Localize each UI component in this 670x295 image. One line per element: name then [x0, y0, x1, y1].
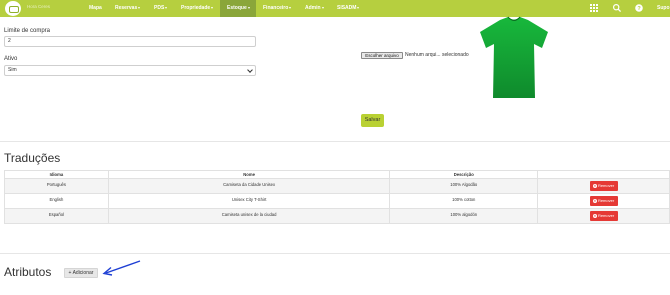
active-select-value: Sim [8, 67, 17, 73]
top-navbar: Hora Ceres Mapa Reservas PDS Propriedade… [0, 0, 670, 17]
table-row: Español Camiseta unisex de la ciudad 100… [4, 208, 670, 224]
caret-down-icon [247, 6, 250, 9]
remove-button[interactable]: ✕ Remover [589, 181, 618, 191]
divider [0, 141, 670, 142]
nav-item-propriedade[interactable]: Propriedade [181, 0, 214, 17]
nav-item-sisadm[interactable]: SISADM [337, 0, 360, 17]
cell-description: 100% cotton [389, 193, 539, 209]
remove-circle-icon: ✕ [592, 213, 597, 218]
brand-name: Hora Ceres [27, 4, 51, 9]
nav-item-reservas[interactable]: Reservas [115, 0, 141, 17]
app-logo[interactable] [5, 1, 21, 16]
caret-down-icon [321, 6, 324, 9]
divider [0, 253, 670, 254]
remove-button[interactable]: ✕ Remover [589, 211, 618, 221]
arrow-annotation-icon [102, 260, 141, 276]
chevron-down-icon [247, 67, 253, 73]
cell-language: Português [4, 178, 109, 194]
nav-item-mapa[interactable]: Mapa [89, 0, 102, 17]
cell-name: Unisex City T-Shirt [107, 193, 391, 209]
translations-title: Traduções [4, 151, 61, 165]
active-label: Ativo [4, 56, 18, 62]
table-header-row: Idioma Nome Descrição [4, 170, 670, 179]
caret-down-icon [165, 6, 168, 9]
column-header-description: Descrição [389, 170, 539, 179]
nav-item-admin[interactable]: Admin [305, 0, 324, 17]
grid-icon[interactable] [589, 3, 599, 13]
caret-down-icon [211, 6, 214, 9]
column-header-actions [537, 170, 670, 179]
cell-actions: ✕ Remover [537, 193, 670, 209]
remove-button[interactable]: ✕ Remover [589, 196, 618, 206]
save-button[interactable]: Salvar [361, 114, 384, 127]
search-icon[interactable] [612, 3, 622, 13]
nav-item-pds[interactable]: PDS [154, 0, 168, 17]
cell-language: Español [4, 208, 109, 224]
choose-file-button[interactable]: Escolher arquivo [361, 52, 403, 59]
product-image [480, 16, 548, 98]
cell-name: Camiseta unisex de la ciudad [107, 208, 391, 224]
column-header-language: Idioma [4, 170, 109, 179]
file-status-text: Nenhum arqui... selecionado [405, 52, 469, 58]
nav-item-financeiro[interactable]: Financeiro [263, 0, 292, 17]
nav-item-support[interactable]: Supo [657, 0, 670, 17]
column-header-name: Nome [107, 170, 391, 179]
cell-description: 100% algodón [389, 208, 539, 224]
help-icon[interactable]: ? [634, 3, 644, 13]
translations-table: Idioma Nome Descrição Português Camiseta… [4, 170, 670, 224]
add-attribute-button[interactable]: + Adicionar [64, 268, 98, 278]
remove-circle-icon: ✕ [592, 183, 597, 188]
caret-down-icon [357, 6, 360, 9]
remove-circle-icon: ✕ [592, 198, 597, 203]
cell-description: 100% Algodão [389, 178, 539, 194]
cell-actions: ✕ Remover [537, 178, 670, 194]
cell-name: Camiseta da Cidade Unisex [107, 178, 391, 194]
table-row: English Unisex City T-Shirt 100% cotton … [4, 193, 670, 209]
cell-actions: ✕ Remover [537, 208, 670, 224]
cell-language: English [4, 193, 109, 209]
purchase-limit-input[interactable]: 2 [4, 36, 256, 47]
purchase-limit-label: Limite de compra [4, 28, 51, 34]
nav-item-estoque[interactable]: Estoque [220, 0, 256, 17]
attributes-title: Atributos [4, 265, 52, 279]
caret-down-icon [289, 6, 292, 9]
table-row: Português Camiseta da Cidade Unisex 100%… [4, 178, 670, 194]
caret-down-icon [138, 6, 141, 9]
active-select[interactable]: Sim [4, 65, 256, 76]
